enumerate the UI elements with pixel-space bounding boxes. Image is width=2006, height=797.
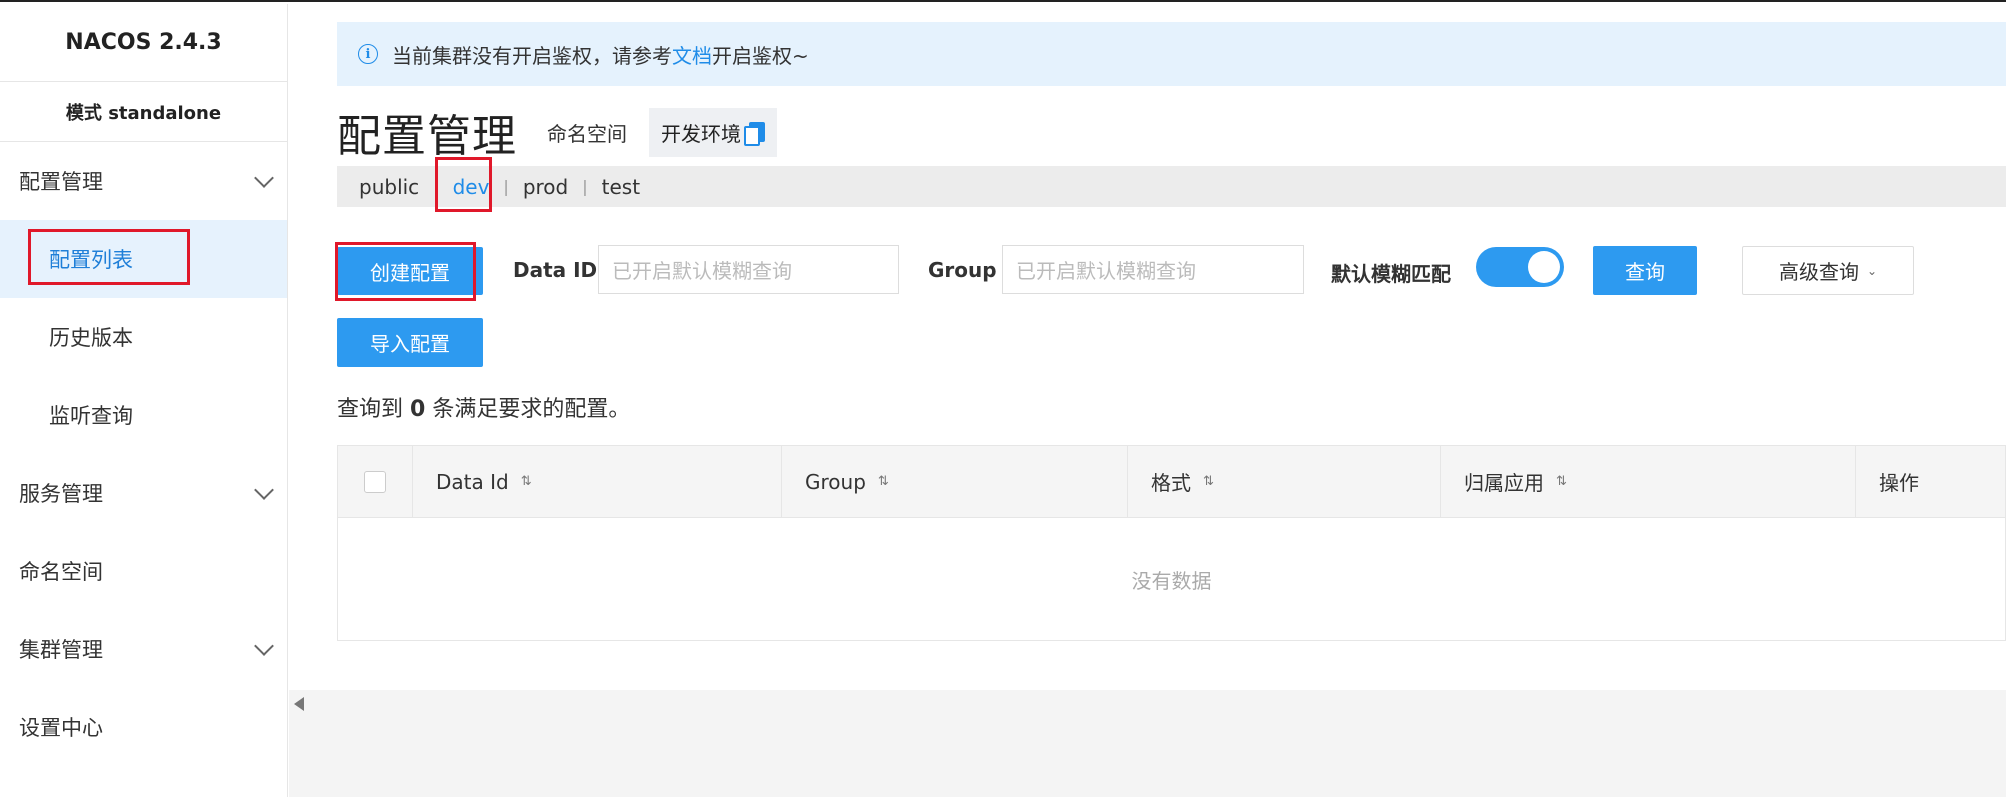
sidebar-item-service-management[interactable]: 服务管理: [0, 454, 287, 532]
sidebar-item-label: 设置中心: [19, 716, 103, 740]
fuzzy-match-toggle[interactable]: [1476, 247, 1564, 287]
auth-alert: i 当前集群没有开启鉴权，请参考 文档 开启鉴权~: [337, 22, 2006, 86]
advanced-search-label: 高级查询: [1778, 260, 1859, 284]
result-suffix: 条满足要求的配置。: [432, 397, 631, 422]
info-icon: i: [358, 44, 378, 64]
group-label: Group: [928, 258, 997, 282]
column-label: Group: [805, 469, 866, 494]
toggle-knob: [1528, 251, 1560, 283]
advanced-search-button[interactable]: 高级查询 ⌄: [1742, 246, 1914, 295]
sidebar-item-label: 监听查询: [49, 404, 133, 428]
chevron-down-icon: [254, 636, 274, 656]
column-label: 格式: [1151, 471, 1191, 495]
column-label: 操作: [1879, 471, 1919, 495]
footer-area: [289, 718, 2006, 797]
sidebar-item-label: 配置列表: [49, 248, 133, 272]
mode-label: 模式 standalone: [0, 82, 287, 142]
tab-separator: |: [433, 177, 439, 196]
dataid-label: Data ID: [513, 258, 598, 282]
page-title: 配置管理: [337, 111, 517, 162]
sidebar-item-settings[interactable]: 设置中心: [0, 688, 287, 766]
fuzzy-match-label: 默认模糊匹配: [1331, 262, 1451, 286]
alert-text-suffix: 开启鉴权~: [712, 43, 809, 68]
sort-icon[interactable]: ⇅: [1203, 474, 1214, 489]
namespace-name: 开发环境: [661, 121, 741, 146]
namespace-tab-prod[interactable]: prod: [523, 175, 568, 199]
sort-icon[interactable]: ⇅: [1556, 474, 1567, 489]
result-prefix: 查询到: [337, 397, 404, 422]
sidebar-item-listener-query[interactable]: 监听查询: [0, 376, 287, 454]
create-config-button[interactable]: 创建配置: [337, 247, 483, 295]
sidebar: NACOS 2.4.3 模式 standalone 配置管理 配置列表 历史版本…: [0, 4, 288, 797]
namespace-tab-public[interactable]: public: [359, 175, 419, 199]
column-header-dataid[interactable]: Data Id ⇅: [413, 446, 782, 517]
chevron-down-icon: [254, 480, 274, 500]
namespace-tab-test[interactable]: test: [602, 175, 640, 199]
alert-doc-link[interactable]: 文档: [672, 40, 712, 69]
group-input[interactable]: 已开启默认模糊查询: [1002, 245, 1304, 294]
chevron-down-icon: [254, 168, 274, 188]
column-label: Data Id: [436, 469, 509, 494]
tab-separator: |: [582, 177, 588, 196]
sidebar-item-cluster-management[interactable]: 集群管理: [0, 610, 287, 688]
select-all-cell: [338, 446, 413, 517]
sidebar-item-history[interactable]: 历史版本: [0, 298, 287, 376]
main-content: i 当前集群没有开启鉴权，请参考 文档 开启鉴权~ 配置管理 命名空间 开发环境…: [289, 4, 2006, 797]
result-summary: 查询到 0 条满足要求的配置。: [337, 391, 630, 423]
table-header: Data Id ⇅ Group ⇅ 格式 ⇅ 归属应用 ⇅ 操作: [338, 446, 2005, 518]
sidebar-item-config-management[interactable]: 配置管理: [0, 142, 287, 220]
search-button[interactable]: 查询: [1593, 246, 1697, 295]
dataid-input[interactable]: 已开启默认模糊查询: [598, 245, 899, 294]
namespace-tab-dev[interactable]: dev: [453, 175, 490, 199]
namespace-label: 命名空间: [547, 121, 627, 146]
tab-separator: |: [503, 177, 509, 196]
chevron-down-icon: ⌄: [1866, 263, 1878, 278]
column-label: 归属应用: [1464, 471, 1544, 495]
sort-icon[interactable]: ⇅: [521, 474, 532, 489]
app-logo: NACOS 2.4.3: [0, 4, 287, 82]
scroll-left-icon[interactable]: [294, 697, 304, 711]
column-header-format[interactable]: 格式 ⇅: [1128, 446, 1441, 517]
sidebar-item-label: 集群管理: [19, 638, 103, 662]
alert-text-prefix: 当前集群没有开启鉴权，请参考: [392, 43, 672, 68]
copy-icon[interactable]: [744, 122, 765, 146]
sidebar-item-label: 命名空间: [19, 560, 103, 584]
sidebar-item-label: 配置管理: [19, 170, 103, 194]
empty-state: 没有数据: [1131, 568, 1212, 593]
config-table: Data Id ⇅ Group ⇅ 格式 ⇅ 归属应用 ⇅ 操作 没有数据: [337, 445, 2006, 641]
import-config-button[interactable]: 导入配置: [337, 318, 483, 367]
sort-icon[interactable]: ⇅: [878, 474, 889, 489]
column-header-actions: 操作: [1856, 446, 2005, 517]
sidebar-item-label: 服务管理: [19, 482, 103, 506]
sidebar-item-label: 历史版本: [49, 326, 133, 350]
select-all-checkbox[interactable]: [364, 470, 386, 493]
sidebar-item-config-list[interactable]: 配置列表: [0, 220, 287, 298]
namespace-value: 开发环境: [649, 107, 777, 157]
column-header-app[interactable]: 归属应用 ⇅: [1441, 446, 1856, 517]
column-header-group[interactable]: Group ⇅: [782, 446, 1128, 517]
result-count: 0: [410, 397, 426, 422]
title-row: 配置管理 命名空间 开发环境: [337, 100, 777, 164]
horizontal-scrollbar[interactable]: [289, 690, 2006, 718]
sidebar-item-namespace[interactable]: 命名空间: [0, 532, 287, 610]
namespace-tabs: public | dev | prod | test: [337, 166, 2006, 207]
